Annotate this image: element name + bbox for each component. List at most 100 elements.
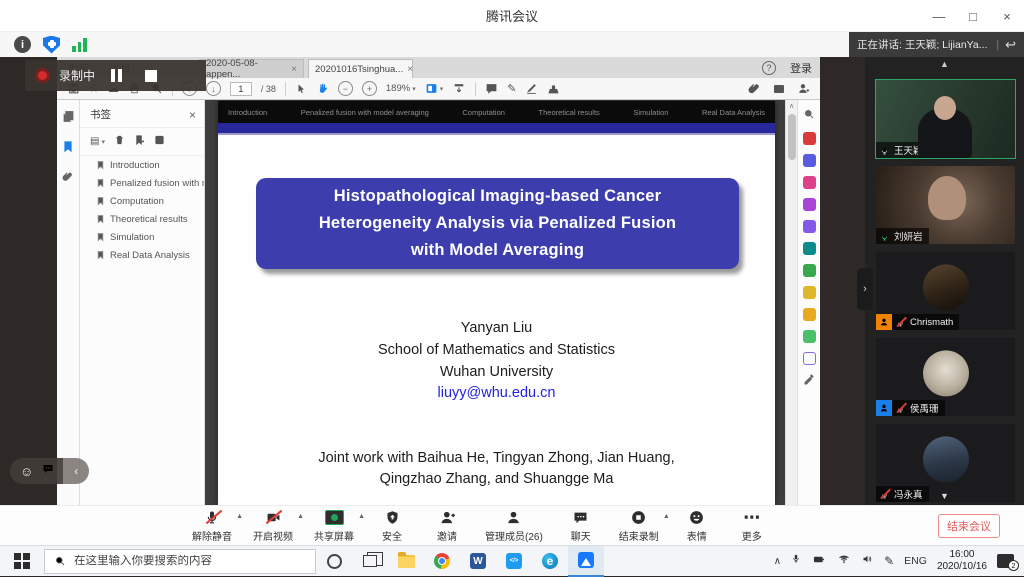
maximize-button[interactable]: □	[956, 0, 990, 32]
shield-tool-icon[interactable]	[803, 352, 816, 365]
document-tab-1[interactable]: 2020-05-08-appen... ×	[199, 59, 304, 78]
page-thumbnails-icon[interactable]	[62, 110, 75, 126]
word-button[interactable]: W	[460, 546, 496, 577]
search-input[interactable]	[74, 555, 294, 567]
close-button[interactable]: ×	[990, 0, 1024, 32]
fit-width-icon[interactable]	[452, 82, 466, 95]
more-button[interactable]: ⋯ 更多	[735, 508, 769, 543]
sign-icon[interactable]	[525, 82, 538, 95]
invite-button[interactable]: 邀请	[430, 508, 464, 543]
start-button[interactable]	[0, 546, 44, 577]
bookmark-item[interactable]: Computation	[80, 192, 204, 210]
vscode-button[interactable]: </>	[496, 546, 532, 577]
bookmark-item[interactable]: Theoretical results	[80, 210, 204, 228]
caret-up-icon[interactable]: ▲	[297, 513, 304, 520]
delete-bookmark-icon[interactable]	[114, 134, 125, 149]
network-signal-icon[interactable]	[72, 37, 87, 52]
minimize-button[interactable]: —	[922, 0, 956, 32]
document-tab-2[interactable]: 20201016Tsinghua... ×	[308, 59, 413, 78]
more-tools-icon[interactable]	[803, 374, 815, 389]
caret-up-icon[interactable]: ▲	[663, 513, 670, 520]
end-meeting-button[interactable]: 结束会议	[938, 514, 1000, 538]
emoji-icon[interactable]: ☺	[20, 464, 33, 479]
tencent-meeting-button[interactable]	[568, 546, 604, 577]
encryption-shield-icon[interactable]	[43, 36, 60, 54]
add-bookmark-icon[interactable]	[134, 134, 145, 149]
scroll-up-icon[interactable]: ∧	[786, 100, 797, 112]
share-screen-button[interactable]: 共享屏幕 ▲	[314, 508, 354, 543]
page-number-input[interactable]: 1	[230, 82, 252, 96]
comment-tool-icon[interactable]	[803, 308, 816, 321]
scrollbar-thumb[interactable]	[788, 114, 796, 160]
task-view-button[interactable]	[352, 546, 388, 577]
bookmark-item[interactable]: Simulation	[80, 228, 204, 246]
cortana-button[interactable]	[316, 546, 352, 577]
manage-members-button[interactable]: 管理成员(26)	[485, 508, 543, 543]
share-person-icon[interactable]	[797, 82, 810, 95]
bookmarks-panel-icon[interactable]	[62, 140, 74, 156]
security-button[interactable]: 安全	[375, 508, 409, 543]
emoji-button[interactable]: 表情	[680, 508, 714, 543]
email-icon[interactable]	[772, 83, 786, 95]
unmute-button[interactable]: 解除静音 ▲	[192, 508, 232, 543]
caret-up-icon[interactable]: ▲	[358, 513, 365, 520]
notification-center-icon[interactable]: 2	[997, 554, 1014, 568]
edit-pdf-icon[interactable]	[803, 176, 816, 189]
edge-button[interactable]: e	[532, 546, 568, 577]
combine-files-icon[interactable]	[803, 154, 816, 167]
print-production-icon[interactable]	[803, 330, 816, 343]
language-indicator[interactable]: ENG	[904, 555, 927, 567]
comment-bubble-icon[interactable]	[485, 82, 498, 95]
tab-close-icon[interactable]: ×	[287, 64, 297, 75]
create-pdf-icon[interactable]	[803, 132, 816, 145]
taskbar-search[interactable]	[44, 549, 316, 574]
chat-bubble-icon[interactable]	[41, 462, 55, 480]
bookmark-tag-icon[interactable]	[154, 134, 165, 149]
zoom-out-icon[interactable]: −	[338, 81, 353, 96]
tools-search-icon[interactable]	[803, 108, 815, 123]
export-pdf-icon[interactable]	[803, 198, 816, 211]
page-down-icon[interactable]: ↓	[206, 81, 221, 96]
taskbar-clock[interactable]: 16:00 2020/10/16	[937, 549, 987, 574]
back-to-video-icon[interactable]: ↩	[1005, 37, 1016, 53]
compress-pdf-icon[interactable]	[803, 286, 816, 299]
participant-tile[interactable]: 侯禹珊	[876, 338, 1015, 416]
tray-battery-icon[interactable]	[811, 552, 827, 570]
tab-close-icon[interactable]: ×	[403, 64, 413, 75]
bookmark-item[interactable]: Real Data Analysis	[80, 246, 204, 264]
organize-pages-icon[interactable]	[803, 264, 816, 277]
zoom-in-icon[interactable]: +	[362, 81, 377, 96]
close-icon[interactable]: ×	[189, 108, 196, 122]
tray-expand-icon[interactable]: ∧	[774, 556, 781, 567]
fill-sign-icon[interactable]	[803, 220, 816, 233]
collapse-up-icon[interactable]: ▲	[865, 59, 1024, 69]
panel-collapse-handle[interactable]: ›	[857, 268, 873, 310]
bookmark-item[interactable]: Penalized fusion with mode	[80, 174, 204, 192]
signin-button[interactable]: 登录	[790, 60, 812, 76]
stop-recording-button[interactable]	[138, 65, 163, 87]
document-scrollbar[interactable]: ∧	[785, 100, 797, 505]
link-attach-icon[interactable]	[748, 82, 761, 95]
tray-pen-icon[interactable]: ✎	[884, 554, 894, 568]
pause-recording-button[interactable]	[104, 65, 129, 87]
meeting-info-icon[interactable]: i	[14, 36, 31, 53]
protect-pdf-icon[interactable]	[803, 242, 816, 255]
chrome-button[interactable]	[424, 546, 460, 577]
bookmark-options-icon[interactable]: ▤▾	[90, 136, 105, 147]
attachments-icon[interactable]	[62, 170, 74, 186]
caret-up-icon[interactable]: ▲	[236, 513, 243, 520]
highlight-pen-icon[interactable]: ✎	[507, 82, 516, 95]
chat-button[interactable]: 聊天	[564, 508, 598, 543]
help-icon[interactable]: ?	[762, 61, 776, 75]
file-explorer-button[interactable]	[388, 546, 424, 577]
collapse-pill-handle[interactable]: ‹	[63, 458, 89, 484]
participant-tile[interactable]: 刘妍岩	[876, 166, 1015, 244]
stamp-icon[interactable]	[547, 82, 560, 95]
participant-tile[interactable]: Chrismath	[876, 252, 1015, 330]
tray-volume-icon[interactable]	[861, 552, 874, 570]
start-video-button[interactable]: 开启视频 ▲	[253, 508, 293, 543]
hand-tool-icon[interactable]	[316, 82, 329, 95]
zoom-level-select[interactable]: 189% ▾	[386, 83, 416, 94]
tray-mic-icon[interactable]	[791, 552, 801, 570]
bookmark-item[interactable]: Introduction	[80, 156, 204, 174]
